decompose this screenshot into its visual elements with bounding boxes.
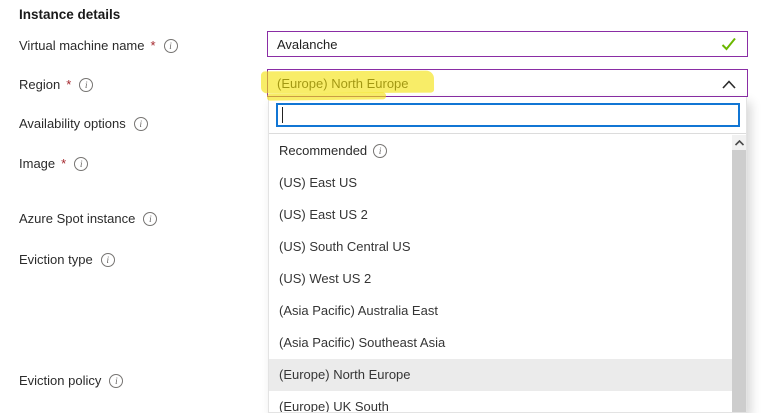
field-label: Eviction policy <box>19 373 101 388</box>
field-label: Image <box>19 156 55 171</box>
info-icon[interactable]: i <box>109 374 123 388</box>
label-virtual-machine-name: Virtual machine name * i <box>19 38 178 53</box>
region-options-list: Recommended i (US) East US (US) East US … <box>269 135 746 412</box>
group-header-recommended: Recommended i <box>269 135 732 167</box>
virtual-machine-name-value: Avalanche <box>268 37 747 52</box>
label-region: Region * i <box>19 77 93 92</box>
field-label: Virtual machine name <box>19 38 145 53</box>
required-marker: * <box>61 156 66 171</box>
field-label: Region <box>19 77 60 92</box>
dropdown-search-area <box>269 97 746 134</box>
label-eviction-type: Eviction type i <box>19 252 115 267</box>
region-search-input[interactable] <box>276 103 740 127</box>
create-vm-form: Instance details Virtual machine name * i… <box>0 0 769 413</box>
info-icon[interactable]: i <box>74 157 88 171</box>
validation-check-icon <box>721 37 737 54</box>
info-icon[interactable]: i <box>134 117 148 131</box>
region-dropdown[interactable]: (Europe) North Europe <box>267 69 748 97</box>
required-marker: * <box>151 38 156 53</box>
region-option[interactable]: (US) South Central US <box>269 231 732 263</box>
field-label: Availability options <box>19 116 126 131</box>
region-selected-value: (Europe) North Europe <box>268 76 747 91</box>
info-icon[interactable]: i <box>164 39 178 53</box>
info-icon[interactable]: i <box>373 144 387 158</box>
region-option[interactable]: (US) East US <box>269 167 732 199</box>
scrollbar-thumb[interactable] <box>732 150 746 413</box>
region-option-selected[interactable]: (Europe) North Europe <box>269 359 732 391</box>
virtual-machine-name-input[interactable]: Avalanche <box>267 31 748 57</box>
scroll-up-button[interactable] <box>732 135 746 150</box>
region-dropdown-flyout: Recommended i (US) East US (US) East US … <box>268 97 747 413</box>
scroll-up-icon <box>735 140 744 146</box>
field-label: Azure Spot instance <box>19 211 135 226</box>
region-option[interactable]: (Europe) UK South <box>269 391 732 413</box>
region-option[interactable]: (US) West US 2 <box>269 263 732 295</box>
info-icon[interactable]: i <box>79 78 93 92</box>
region-option[interactable]: (Asia Pacific) Southeast Asia <box>269 327 732 359</box>
label-image: Image * i <box>19 156 88 171</box>
text-caret <box>282 107 283 123</box>
label-eviction-policy: Eviction policy i <box>19 373 123 388</box>
info-icon[interactable]: i <box>143 212 157 226</box>
region-option[interactable]: (Asia Pacific) Australia East <box>269 295 732 327</box>
scrollbar[interactable] <box>732 135 746 412</box>
label-availability-options: Availability options i <box>19 116 148 131</box>
section-title: Instance details <box>19 7 120 22</box>
region-option[interactable]: (US) East US 2 <box>269 199 732 231</box>
field-label: Eviction type <box>19 252 93 267</box>
chevron-up-icon <box>722 78 736 93</box>
required-marker: * <box>66 77 71 92</box>
label-azure-spot-instance: Azure Spot instance i <box>19 211 157 226</box>
info-icon[interactable]: i <box>101 253 115 267</box>
